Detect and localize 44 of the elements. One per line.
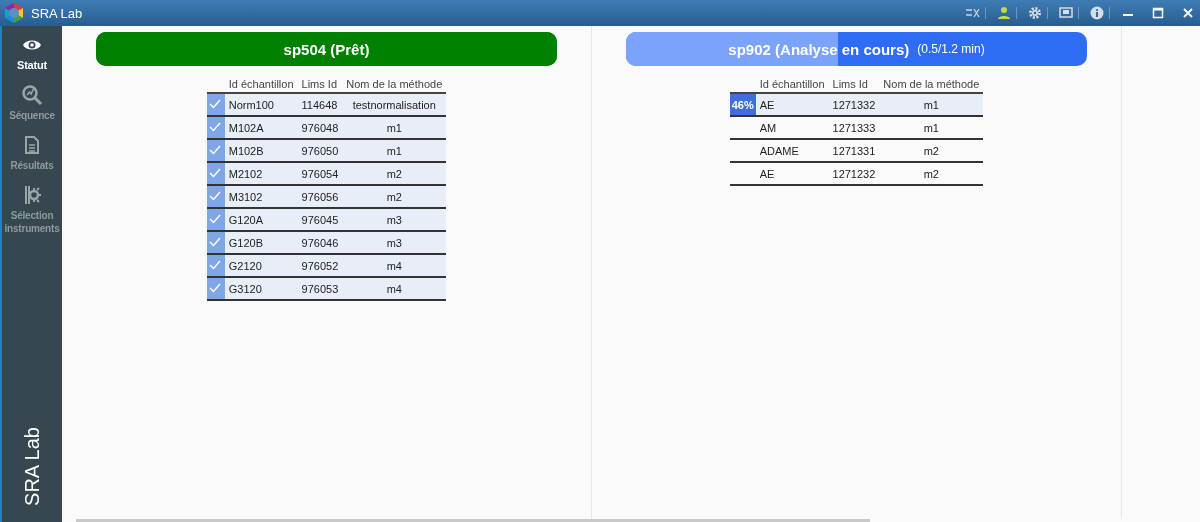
check-icon — [208, 121, 221, 132]
nav-item[interactable]: Séquence — [2, 76, 62, 126]
app-logo-icon — [3, 2, 25, 24]
tools-icon — [23, 185, 41, 205]
table-cell: m3 — [342, 231, 447, 254]
document-icon — [25, 136, 39, 154]
check-icon — [208, 236, 221, 247]
table-cell: m2 — [879, 162, 984, 185]
table-cell: AE — [755, 162, 829, 185]
table-cell: m3 — [342, 208, 447, 231]
table-cell: AM — [755, 116, 829, 139]
app-name: SRA Lab — [20, 427, 44, 506]
progress-label: 46% — [729, 93, 756, 116]
table-cell: 1271232 — [828, 162, 880, 185]
table-cell: ADAME — [755, 139, 829, 162]
table-cell: m1 — [342, 116, 447, 139]
table-cell: 1271333 — [828, 116, 880, 139]
instrument-title: sp902 (Analyse en cours) — [728, 40, 910, 58]
run-time: (0.5/1.2 min) — [917, 42, 985, 56]
table-cell: m1 — [879, 116, 984, 139]
nav-item[interactable]: Sélection instruments — [2, 176, 62, 239]
window-title: SRA Lab — [31, 5, 84, 21]
check-icon — [208, 144, 221, 155]
table-cell: m1 — [342, 139, 447, 162]
check-icon — [208, 98, 221, 109]
check-icon — [208, 259, 221, 270]
check-icon — [208, 167, 221, 178]
table-cell: m2 — [342, 162, 447, 185]
table-cell: m1 — [879, 93, 984, 116]
table-cell: m2 — [342, 185, 447, 208]
table-cell: m4 — [342, 254, 447, 277]
check-icon — [208, 190, 221, 201]
scrollbar[interactable] — [76, 519, 870, 522]
instrument-title: sp504 (Prêt) — [283, 40, 370, 58]
nav-item[interactable]: Statut — [2, 26, 62, 76]
table-cell: 1271331 — [828, 139, 880, 162]
search-icon — [21, 84, 43, 106]
eye-icon — [22, 38, 42, 52]
nav-item[interactable]: Résultats — [2, 126, 62, 176]
check-icon — [208, 282, 221, 293]
table-cell: m2 — [879, 139, 984, 162]
table-cell: testnormalisation — [342, 93, 447, 116]
check-icon — [208, 213, 221, 224]
table-cell: m4 — [342, 277, 447, 300]
